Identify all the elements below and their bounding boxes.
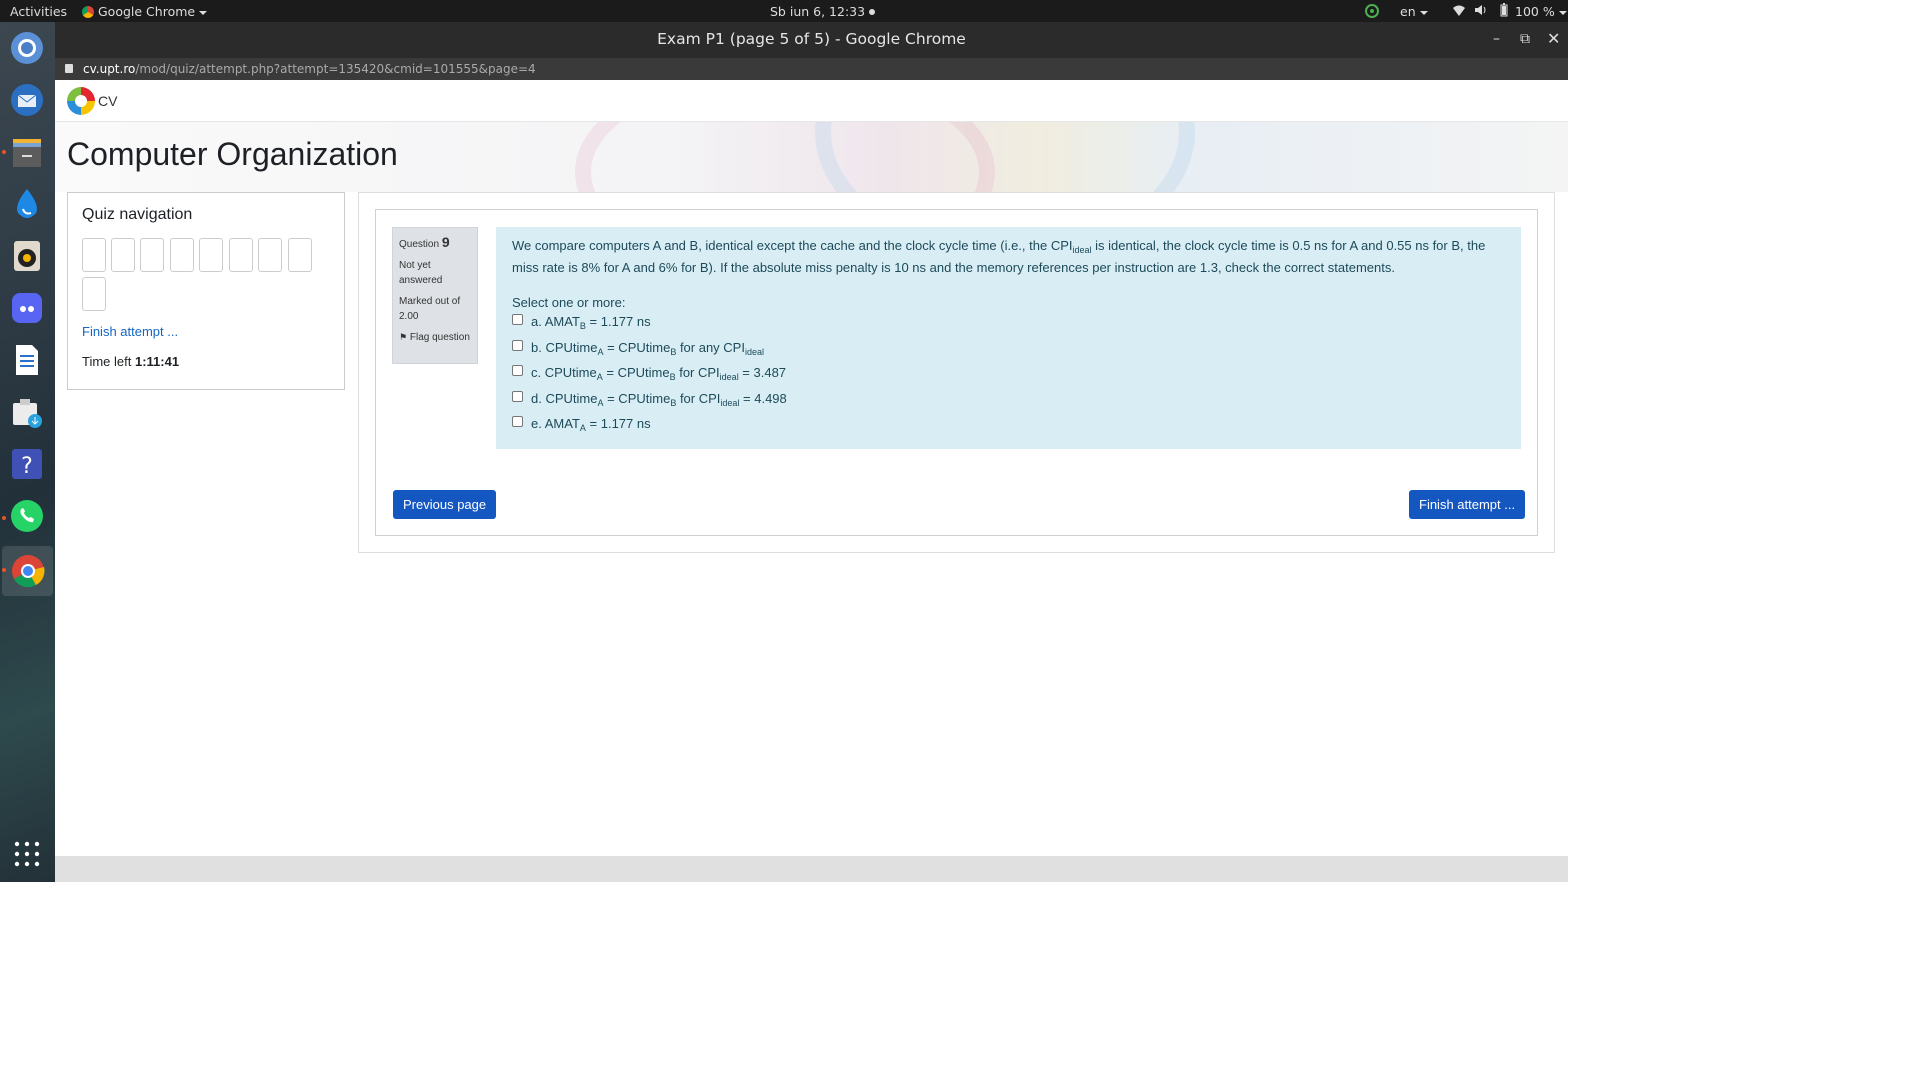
checkbox[interactable]	[512, 339, 523, 351]
activities-button[interactable]: Activities	[10, 4, 67, 19]
banner-decoration	[815, 122, 1195, 192]
answer-options: a. AMATB = 1.177 ns b. CPUtimeA = CPUtim…	[512, 310, 1505, 438]
question-grade: Marked out of 2.00	[399, 296, 461, 322]
checkbox[interactable]	[512, 416, 523, 428]
quiz-navigation-heading: Quiz navigation	[82, 206, 193, 223]
question-state: Not yet answered	[399, 260, 443, 286]
course-banner: Computer Organization	[55, 122, 1568, 192]
flag-icon: ⚑	[399, 332, 408, 342]
answer-option-d[interactable]: d. CPUtimeA = CPUtimeB for CPIideal = 4.…	[512, 387, 1505, 413]
option-label: d. CPUtimeA = CPUtimeB for CPIideal = 4.…	[531, 390, 787, 408]
chromium-icon[interactable]	[7, 28, 47, 68]
option-label: c. CPUtimeA = CPUtimeB for CPIideal = 3.…	[531, 365, 787, 383]
svg-text:?: ?	[21, 454, 33, 479]
app-menu[interactable]: Google Chrome	[82, 4, 208, 19]
question-stem: We compare computers A and B, identical …	[512, 237, 1505, 277]
stem-subscript: ideal	[1072, 245, 1092, 255]
chevron-down-icon	[1419, 10, 1428, 15]
checkbox[interactable]	[512, 365, 523, 377]
site-logo[interactable]	[67, 87, 95, 115]
running-indicator	[2, 150, 6, 154]
chevron-down-icon	[1558, 10, 1567, 15]
app-menu-label: Google Chrome	[98, 4, 196, 19]
address-bar[interactable]: cv.upt.ro/mod/quiz/attempt.php?attempt=1…	[55, 58, 1568, 80]
question-nav-button[interactable]	[140, 238, 164, 272]
time-left: Time left 1:11:41	[82, 354, 179, 369]
sync-icon[interactable]	[1364, 3, 1380, 22]
text-document-icon[interactable]	[7, 340, 47, 380]
checkbox[interactable]	[512, 390, 523, 402]
minimize-icon[interactable]: –	[1493, 22, 1500, 56]
question-number: 9	[441, 234, 450, 250]
running-indicator	[2, 516, 6, 520]
close-icon[interactable]: ✕	[1547, 22, 1560, 56]
question-nav-button[interactable]	[229, 238, 253, 272]
battery-icon[interactable]	[1500, 3, 1508, 20]
course-title: Computer Organization	[67, 136, 398, 172]
show-applications-icon[interactable]	[7, 834, 47, 874]
question-nav-button[interactable]	[111, 238, 135, 272]
flag-question[interactable]: ⚑ Flag question	[399, 330, 471, 345]
answer-option-a[interactable]: a. AMATB = 1.177 ns	[512, 310, 1505, 336]
answer-option-b[interactable]: b. CPUtimeA = CPUtimeB for any CPIideal	[512, 336, 1505, 362]
finish-attempt-link[interactable]: Finish attempt ...	[82, 324, 178, 339]
chrome-dock-icon[interactable]	[2, 546, 53, 596]
question-label: Question	[399, 239, 440, 250]
language-indicator[interactable]: en	[1400, 4, 1428, 19]
time-left-label: Time left	[82, 354, 132, 369]
option-label: e. AMATA = 1.177 ns	[531, 416, 651, 434]
time-left-value: 1:11:41	[134, 354, 180, 369]
wifi-icon[interactable]	[1452, 3, 1466, 20]
chevron-down-icon	[199, 10, 208, 15]
option-label: b. CPUtimeA = CPUtimeB for any CPIideal	[531, 339, 764, 357]
url-path: /mod/quiz/attempt.php?attempt=135420&cmi…	[135, 62, 536, 76]
answer-option-e[interactable]: e. AMATA = 1.177 ns	[512, 412, 1505, 438]
battery-label: 100 %	[1515, 4, 1555, 19]
restore-icon[interactable]: ⧉	[1520, 22, 1530, 56]
volume-icon[interactable]	[1474, 3, 1488, 20]
files-icon[interactable]	[7, 132, 47, 172]
battery-percentage[interactable]: 100 %	[1515, 4, 1567, 19]
lock-icon	[65, 64, 73, 73]
chrome-icon	[82, 6, 94, 18]
answer-prompt: Select one or more:	[512, 295, 626, 310]
question-nav-button[interactable]	[82, 238, 106, 272]
ubuntu-dock: ?	[0, 22, 55, 882]
running-indicator	[2, 568, 6, 572]
option-label: a. AMATB = 1.177 ns	[531, 314, 651, 332]
language-label: en	[1400, 4, 1416, 19]
clock[interactable]: Sb iun 6, 12:33	[770, 4, 876, 19]
discord-icon[interactable]	[7, 288, 47, 328]
download-manager-icon[interactable]	[7, 392, 47, 432]
flag-question-label: Flag question	[409, 332, 470, 343]
question-nav-button[interactable]	[258, 238, 282, 272]
previous-page-button[interactable]: Previous page	[393, 490, 497, 519]
checkbox[interactable]	[512, 314, 523, 326]
help-icon[interactable]: ?	[7, 444, 47, 484]
question-nav-button[interactable]	[199, 238, 223, 272]
notification-dot-icon	[869, 9, 876, 15]
window-title: Exam P1 (page 5 of 5) - Google Chrome	[657, 30, 966, 48]
drop-app-icon[interactable]	[7, 184, 47, 224]
system-top-bar: Activities Google Chrome Sb iun 6, 12:33…	[0, 0, 1568, 22]
url-host: cv.upt.ro	[83, 62, 136, 76]
answer-option-c[interactable]: c. CPUtimeA = CPUtimeB for CPIideal = 3.…	[512, 361, 1505, 387]
url-text: cv.upt.ro/mod/quiz/attempt.php?attempt=1…	[83, 58, 536, 80]
site-header: CV	[55, 80, 1568, 122]
clock-text: Sb iun 6, 12:33	[770, 4, 866, 19]
question-nav-button[interactable]	[82, 277, 106, 311]
question-nav-button[interactable]	[288, 238, 312, 272]
quiz-navigation-block: Quiz navigation Finish attempt ... Time …	[67, 192, 345, 390]
question-nav-button[interactable]	[170, 238, 194, 272]
whatsapp-icon[interactable]	[7, 496, 47, 536]
page-footer	[55, 856, 1568, 882]
question-info: Question 9 Not yet answered Marked out o…	[392, 227, 478, 364]
stem-text: We compare computers A and B, identical …	[512, 238, 1073, 253]
site-name[interactable]: CV	[98, 93, 117, 109]
thunderbird-icon[interactable]	[7, 80, 47, 120]
question-content: We compare computers A and B, identical …	[496, 227, 1521, 449]
finish-attempt-button[interactable]: Finish attempt ...	[1409, 490, 1526, 519]
rhythmbox-icon[interactable]	[7, 236, 47, 276]
window-title-bar: Exam P1 (page 5 of 5) - Google Chrome – …	[55, 22, 1568, 58]
